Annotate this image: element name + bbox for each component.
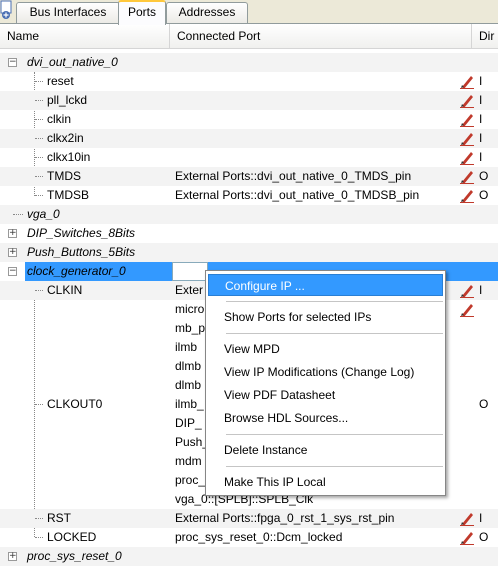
column-connected-port-header[interactable]: Connected Port <box>170 24 472 49</box>
connected-port: External Ports::fpga_0_rst_1_sys_rst_pin <box>175 511 395 525</box>
collapse-icon[interactable]: − <box>8 267 17 276</box>
port-direction: O <box>479 530 489 544</box>
port-name: clkx2in <box>47 131 84 145</box>
port-direction: I <box>479 74 483 88</box>
port-direction: O <box>479 169 489 183</box>
tab-addresses[interactable]: Addresses <box>166 2 248 23</box>
tree-row-port[interactable]: reset I <box>0 72 498 91</box>
tree-branch <box>35 404 43 405</box>
menu-separator <box>226 434 443 435</box>
tree-branch <box>35 100 43 101</box>
tab-bus-interfaces[interactable]: Bus Interfaces <box>16 2 120 23</box>
tree-row-port[interactable]: TMDS External Ports::dvi_out_native_0_TM… <box>0 167 498 186</box>
column-dir-header[interactable]: Dir <box>472 24 498 49</box>
tree-row-port[interactable]: clkx10in I <box>0 148 498 167</box>
instance-name: proc_sys_reset_0 <box>27 549 122 563</box>
edit-cell[interactable] <box>172 262 208 281</box>
tree-branch <box>35 176 43 177</box>
pencil-icon[interactable] <box>459 131 475 146</box>
menu-separator <box>226 466 443 467</box>
tree-row-port[interactable]: clkin I <box>0 110 498 129</box>
pencil-icon[interactable] <box>459 302 475 317</box>
tree-branch <box>13 214 23 215</box>
pencil-icon[interactable] <box>459 93 475 108</box>
tree-branch <box>35 157 43 158</box>
port-direction: I <box>479 150 483 164</box>
tree-branch <box>35 119 43 120</box>
pencil-icon[interactable] <box>459 112 475 127</box>
column-header: Name Connected Port Dir <box>0 24 498 49</box>
tree-row-push-buttons[interactable]: + Push_Buttons_5Bits <box>0 243 498 262</box>
tree-row-dvi-out-native-0[interactable]: − dvi_out_native_0 <box>0 53 498 72</box>
port-name: reset <box>47 74 74 88</box>
tree-row-port[interactable]: clkx2in I <box>0 129 498 148</box>
pencil-icon[interactable] <box>459 530 475 545</box>
pencil-icon[interactable] <box>459 169 475 184</box>
instance-name: vga_0 <box>27 207 60 221</box>
connected-port: Exter <box>175 283 204 297</box>
instance-name: dvi_out_native_0 <box>27 55 118 69</box>
tree-branch <box>35 537 43 538</box>
menu-item-make-ip-local[interactable]: Make This IP Local <box>208 471 443 493</box>
pencil-icon[interactable] <box>459 188 475 203</box>
port-name: LOCKED <box>47 530 97 544</box>
tree-branch <box>35 138 43 139</box>
menu-item-view-ip-modifications[interactable]: View IP Modifications (Change Log) <box>208 361 443 383</box>
tree-branch <box>35 518 43 519</box>
menu-separator <box>226 301 443 302</box>
port-direction: I <box>479 112 483 126</box>
port-name: CLKOUT0 <box>47 397 103 411</box>
tab-ports[interactable]: Ports <box>118 0 166 25</box>
expand-icon[interactable]: + <box>8 552 17 561</box>
port-direction: I <box>479 511 483 525</box>
instance-name: DIP_Switches_8Bits <box>27 226 136 240</box>
port-name: CLKIN <box>47 283 83 297</box>
port-direction: I <box>479 283 483 297</box>
connected-port: proc_sys_reset_0::Dcm_locked <box>175 530 343 544</box>
pencil-icon[interactable] <box>459 283 475 298</box>
port-direction: I <box>479 131 483 145</box>
collapse-icon[interactable]: − <box>8 58 17 67</box>
menu-separator <box>226 333 443 334</box>
tree-row-vga-0[interactable]: vga_0 <box>0 205 498 224</box>
port-name: clkin <box>47 112 72 126</box>
port-name: pll_lckd <box>47 93 88 107</box>
port-name: RST <box>47 511 71 525</box>
add-icon[interactable] <box>0 0 14 22</box>
menu-item-delete-instance[interactable]: Delete Instance <box>208 439 443 461</box>
tree-row-dip-switches[interactable]: + DIP_Switches_8Bits <box>0 224 498 243</box>
tree-row-proc-sys-reset-0[interactable]: + proc_sys_reset_0 <box>0 547 498 566</box>
port-name: clkx10in <box>47 150 91 164</box>
menu-item-browse-hdl[interactable]: Browse HDL Sources... <box>208 407 443 429</box>
tree-row-port[interactable]: LOCKED proc_sys_reset_0::Dcm_locked O <box>0 528 498 547</box>
port-direction: I <box>479 93 483 107</box>
tab-bar: Bus Interfaces Ports Addresses <box>0 0 498 25</box>
port-direction: O <box>479 397 489 411</box>
tree-row-port[interactable]: pll_lckd I <box>0 91 498 110</box>
connected-port: External Ports::dvi_out_native_0_TMDSB_p… <box>175 188 420 202</box>
menu-item-configure-ip[interactable]: Configure IP ... <box>208 274 443 296</box>
port-direction: O <box>479 188 489 202</box>
column-name-header[interactable]: Name <box>0 24 170 49</box>
tree-row-port[interactable]: RST External Ports::fpga_0_rst_1_sys_rst… <box>0 509 498 528</box>
expand-icon[interactable]: + <box>8 229 17 238</box>
expand-icon[interactable]: + <box>8 248 17 257</box>
pencil-icon[interactable] <box>459 511 475 526</box>
tree-branch <box>35 195 43 196</box>
tree-branch <box>35 81 43 82</box>
tree-branch <box>35 290 43 291</box>
menu-item-view-mpd[interactable]: View MPD <box>208 338 443 360</box>
pencil-icon[interactable] <box>459 150 475 165</box>
instance-name: Push_Buttons_5Bits <box>27 245 136 259</box>
port-name: TMDS <box>47 169 81 183</box>
menu-item-view-pdf-datasheet[interactable]: View PDF Datasheet <box>208 384 443 406</box>
port-name: TMDSB <box>47 188 89 202</box>
menu-item-show-ports[interactable]: Show Ports for selected IPs <box>208 306 443 328</box>
connected-port: External Ports::dvi_out_native_0_TMDS_pi… <box>175 169 412 183</box>
instance-name: clock_generator_0 <box>27 264 126 278</box>
tree-row-port[interactable]: TMDSB External Ports::dvi_out_native_0_T… <box>0 186 498 205</box>
context-menu: Configure IP ... Show Ports for selected… <box>205 270 446 496</box>
pencil-icon[interactable] <box>459 74 475 89</box>
